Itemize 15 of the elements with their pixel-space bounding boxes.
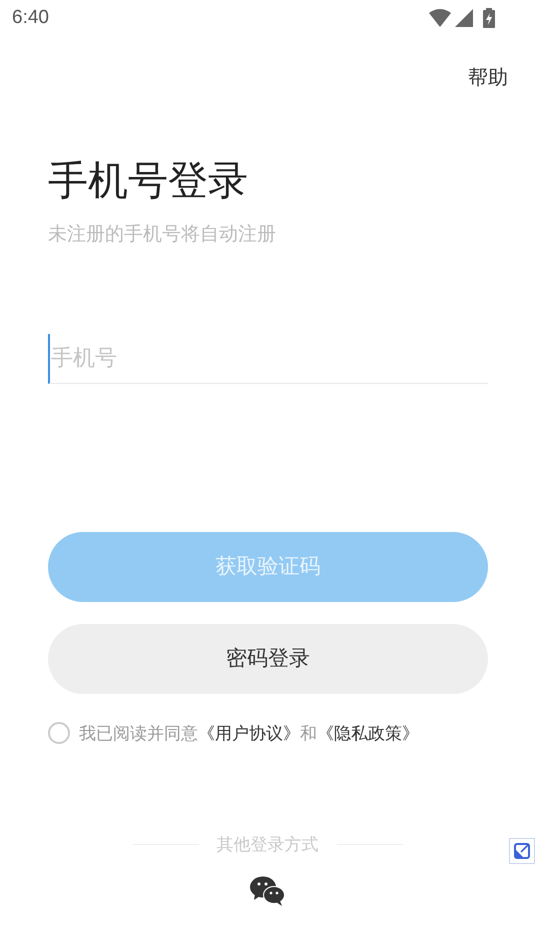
password-login-button[interactable]: 密码登录 [48, 624, 488, 694]
wechat-icon[interactable] [250, 876, 286, 906]
phone-input-field[interactable]: 手机号 [48, 334, 488, 384]
battery-icon [483, 8, 495, 28]
status-time: 6:40 [12, 6, 49, 30]
page-subtitle: 未注册的手机号将自动注册 [48, 223, 277, 247]
agreement-checkbox[interactable] [48, 722, 70, 744]
agreement-link[interactable]: 《用户协议》 [198, 724, 300, 742]
agreement-text: 我已阅读并同意《用户协议》和《隐私政策》 [79, 722, 419, 744]
help-link[interactable]: 帮助 [468, 63, 508, 93]
wifi-icon [429, 9, 451, 27]
page-title: 手机号登录 [48, 158, 249, 205]
agreement-link[interactable]: 《隐私政策》 [317, 724, 419, 742]
floating-edit-icon[interactable] [509, 838, 535, 864]
signal-icon [455, 9, 473, 27]
